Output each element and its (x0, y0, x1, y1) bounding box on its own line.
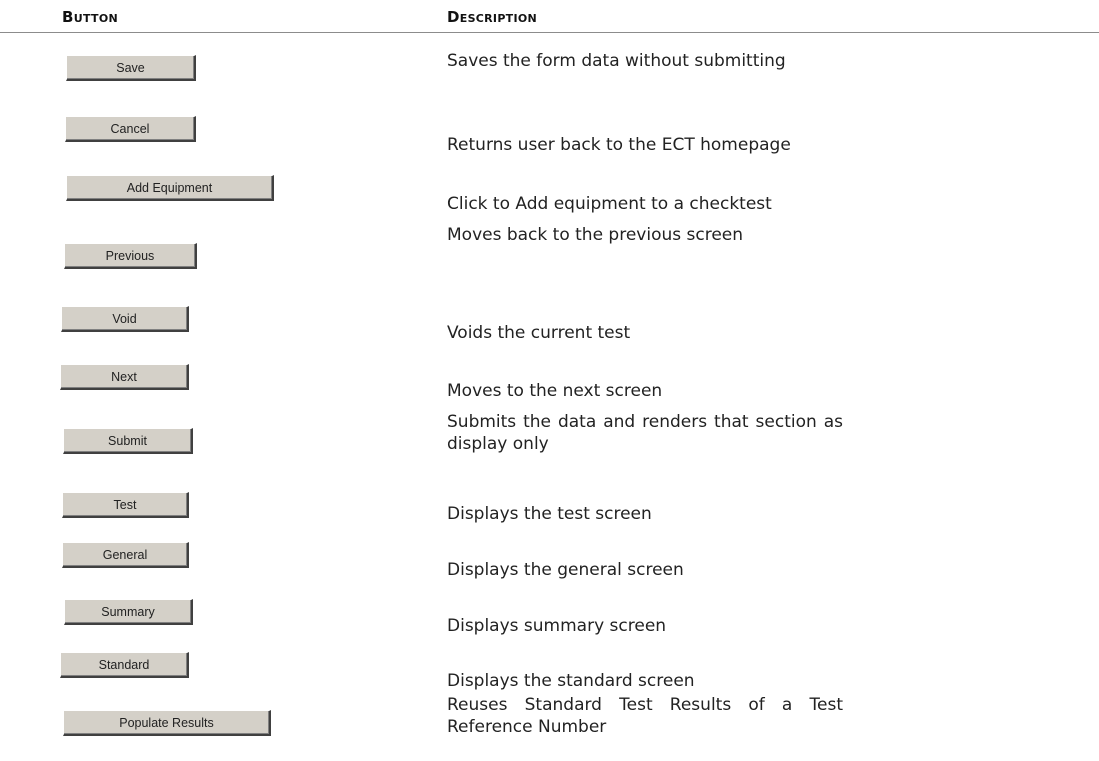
header-divider (0, 32, 1099, 33)
save-button[interactable]: Save (66, 55, 196, 81)
test-button[interactable]: Test (62, 492, 189, 518)
standard-button[interactable]: Standard (60, 652, 189, 678)
previous-button[interactable]: Previous (64, 243, 197, 269)
cancel-description: Returns user back to the ECT homepage (447, 135, 791, 155)
general-button[interactable]: General (62, 542, 189, 568)
button-column-header: Button (62, 8, 118, 26)
cancel-button[interactable]: Cancel (65, 116, 196, 142)
description-column-header: Description (447, 8, 538, 26)
populate-results-button[interactable]: Populate Results (63, 710, 271, 736)
general-description: Displays the general screen (447, 560, 684, 580)
submit-button[interactable]: Submit (63, 428, 193, 454)
void-button[interactable]: Void (61, 306, 189, 332)
summary-description: Displays summary screen (447, 616, 667, 636)
submit-description: Submits the data and renders that sectio… (447, 412, 843, 454)
add-equipment-button[interactable]: Add Equipment (66, 175, 274, 201)
next-button[interactable]: Next (60, 364, 189, 390)
void-description: Voids the current test (447, 323, 631, 343)
add-equipment-description: Click to Add equipment to a checktest (447, 194, 772, 214)
populate-results-description: Reuses Standard Test Results of a Test R… (447, 695, 843, 737)
summary-button[interactable]: Summary (64, 599, 193, 625)
standard-description: Displays the standard screen (447, 671, 695, 691)
previous-description: Moves back to the previous screen (447, 225, 744, 245)
save-description: Saves the form data without submitting (447, 51, 786, 71)
test-description: Displays the test screen (447, 504, 652, 524)
next-description: Moves to the next screen (447, 381, 663, 401)
